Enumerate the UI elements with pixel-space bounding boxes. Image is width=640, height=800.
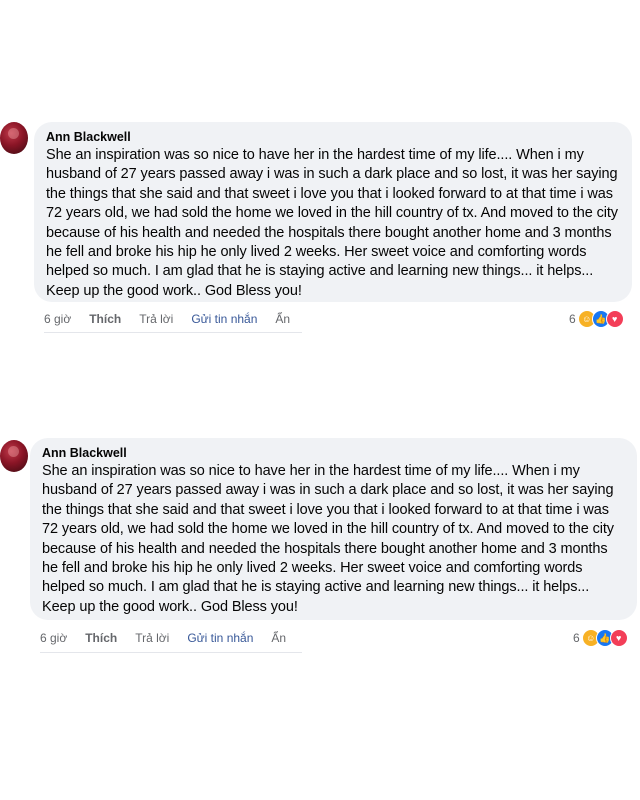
comment-bubble: Ann Blackwell She an inspiration was so … xyxy=(34,122,632,302)
comment-actions: 6 giờ Thích Trả lời Gửi tin nhắn Ẩn xyxy=(44,310,308,328)
send-message-button[interactable]: Gửi tin nhắn xyxy=(191,312,257,326)
comment-text: She an inspiration was so nice to have h… xyxy=(42,463,614,615)
divider xyxy=(44,332,302,333)
reaction-count: 6 xyxy=(569,312,576,326)
comment-time[interactable]: 6 giờ xyxy=(40,631,67,645)
divider xyxy=(40,652,302,653)
reaction-count: 6 xyxy=(573,631,580,645)
love-icon: ♥ xyxy=(609,629,628,647)
reaction-summary[interactable]: 6 ☺ 👍 ♥ xyxy=(569,310,624,328)
reply-button[interactable]: Trả lời xyxy=(139,312,173,326)
love-icon: ♥ xyxy=(605,310,624,328)
avatar[interactable] xyxy=(0,122,28,154)
comment-time[interactable]: 6 giờ xyxy=(44,312,71,326)
like-button[interactable]: Thích xyxy=(85,631,117,645)
hide-button[interactable]: Ẩn xyxy=(271,631,286,645)
reaction-summary[interactable]: 6 ☺ 👍 ♥ xyxy=(573,629,628,647)
comment-actions: 6 giờ Thích Trả lời Gửi tin nhắn Ẩn xyxy=(40,629,304,647)
like-button[interactable]: Thích xyxy=(89,312,121,326)
avatar[interactable] xyxy=(0,440,28,472)
reply-button[interactable]: Trả lời xyxy=(135,631,169,645)
comment-author[interactable]: Ann Blackwell xyxy=(42,446,625,461)
send-message-button[interactable]: Gửi tin nhắn xyxy=(187,631,253,645)
comment-author[interactable]: Ann Blackwell xyxy=(46,130,620,145)
hide-button[interactable]: Ẩn xyxy=(275,312,290,326)
comment-bubble: Ann Blackwell She an inspiration was so … xyxy=(30,438,637,620)
comment-text: She an inspiration was so nice to have h… xyxy=(46,147,618,299)
